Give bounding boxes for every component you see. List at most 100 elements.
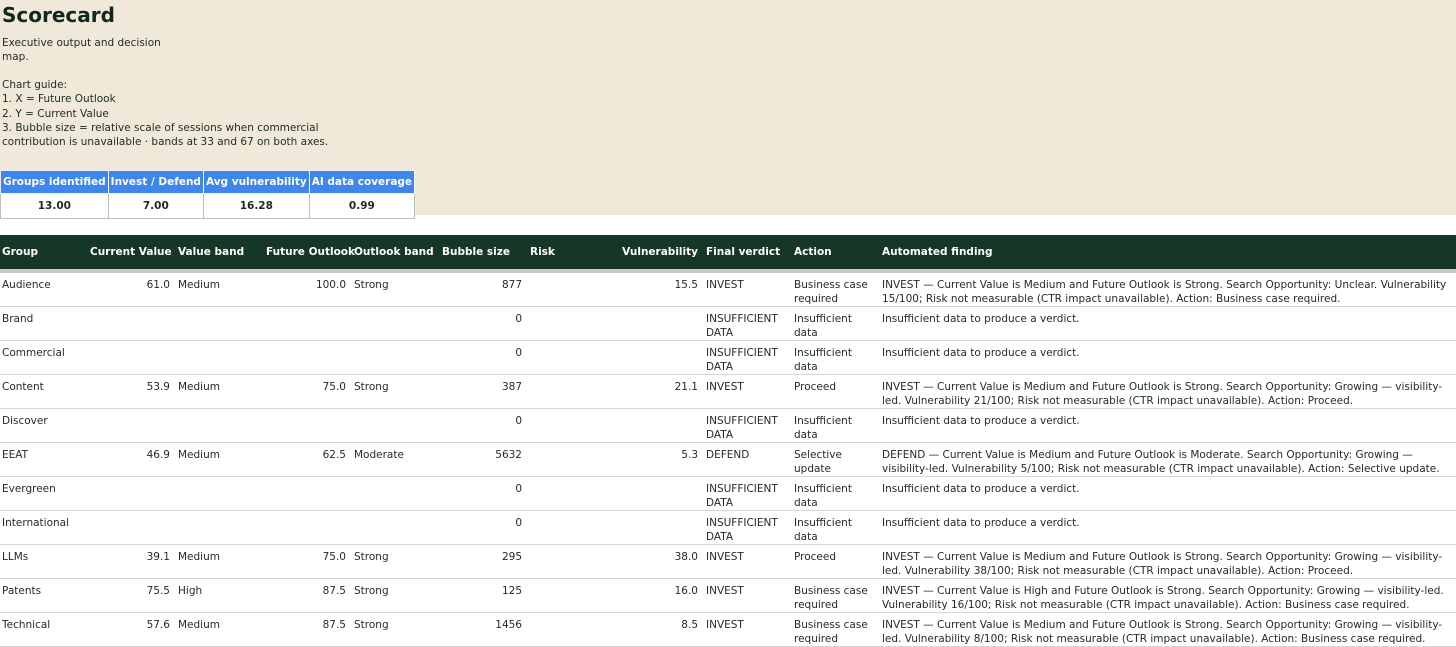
kpi-value-invest-defend: 7.00 (107, 193, 204, 219)
action-cell: Insufficient data (792, 510, 880, 545)
bubble-size-cell: 387 (440, 374, 528, 409)
action-cell: Business case required (792, 578, 880, 613)
chart-guide-item: 1. X = Future Outlook (2, 93, 116, 106)
future-outlook-cell (264, 510, 352, 545)
table-row[interactable]: Content 53.9 Medium 75.0 Strong 387 21.1 INVEST… (0, 374, 1456, 409)
kpi-value-ai-coverage: 0.99 (308, 193, 416, 219)
action-cell: Business case required (792, 612, 880, 647)
table-header-row: Group Current Value Value band Future Ou… (0, 235, 1456, 273)
table-row[interactable]: Evergreen 0 INSUFFICIENT DATA Insufficient … (0, 476, 1456, 511)
bubble-size-cell: 1456 (440, 612, 528, 647)
outlook-band-cell (352, 476, 440, 511)
bubble-size-cell: 0 (440, 408, 528, 443)
value-band-cell (176, 510, 264, 545)
action-cell: Proceed (792, 544, 880, 579)
outlook-band-cell: Strong (352, 544, 440, 579)
action-cell: Insufficient data (792, 340, 880, 375)
risk-cell (528, 544, 616, 579)
risk-cell (528, 306, 616, 341)
current-value-cell (88, 340, 176, 375)
column-header-bubble-size[interactable]: Bubble size (440, 235, 528, 273)
group-cell: Brand (0, 306, 88, 341)
action-cell: Selective update (792, 442, 880, 477)
column-header-action[interactable]: Action (792, 235, 880, 273)
column-header-future-outlook[interactable]: Future Outlook (264, 235, 355, 273)
future-outlook-cell (264, 306, 352, 341)
table-row[interactable]: Brand 0 INSUFFICIENT DATA Insufficient data… (0, 306, 1456, 341)
vulnerability-cell: 16.0 (616, 578, 704, 613)
future-outlook-cell: 75.0 (264, 544, 352, 579)
risk-cell (528, 442, 616, 477)
outlook-band-cell: Strong (352, 578, 440, 613)
column-header-outlook-band[interactable]: Outlook band (352, 235, 440, 273)
bubble-size-cell: 0 (440, 306, 528, 341)
current-value-cell: 39.1 (88, 544, 176, 579)
header-panel: Scorecard Executive output and decision … (0, 0, 1456, 219)
chart-guide: Chart guide: 1. X = Future Outlook 2. Y … (2, 78, 352, 149)
action-cell: Business case required (792, 271, 880, 307)
automated-finding-cell: INVEST — Current Value is Medium and Fut… (880, 271, 1456, 307)
column-header-current-value[interactable]: Current Value (88, 235, 176, 273)
bubble-size-cell: 295 (440, 544, 528, 579)
column-header-final-verdict[interactable]: Final verdict (704, 235, 792, 273)
automated-finding-cell: Insufficient data to produce a verdict. (880, 408, 1456, 443)
outlook-band-cell (352, 340, 440, 375)
group-cell: Commercial (0, 340, 88, 375)
final-verdict-cell: INVEST (704, 271, 792, 307)
outlook-band-cell (352, 510, 440, 545)
risk-cell (528, 476, 616, 511)
table-row[interactable]: Audience 61.0 Medium 100.0 Strong 877 15.5 INVE… (0, 271, 1456, 307)
table-row[interactable]: Discover 0 INSUFFICIENT DATA Insufficient d… (0, 408, 1456, 443)
value-band-cell: Medium (176, 544, 264, 579)
automated-finding-cell: Insufficient data to produce a verdict. (880, 476, 1456, 511)
future-outlook-cell (264, 340, 352, 375)
kpi-header-invest-defend: Invest / Defend (107, 170, 204, 194)
page-description: Executive output and decision map. (2, 37, 161, 63)
table-row[interactable]: LLMs 39.1 Medium 75.0 Strong 295 38.0 INVEST Pro… (0, 544, 1456, 579)
group-cell: Patents (0, 578, 88, 613)
column-header-automated-finding[interactable]: Automated finding (880, 235, 1456, 273)
current-value-cell (88, 408, 176, 443)
risk-cell (528, 612, 616, 647)
current-value-cell (88, 510, 176, 545)
chart-guide-item: 3. Bubble size = relative scale of sessi… (2, 121, 329, 149)
table-row[interactable]: EEAT 46.9 Medium 62.5 Moderate 5632 5.3 DEFEND S… (0, 442, 1456, 477)
kpi-header-ai-coverage: AI data coverage (308, 170, 416, 194)
final-verdict-cell: INSUFFICIENT DATA (704, 408, 792, 443)
current-value-cell: 53.9 (88, 374, 176, 409)
chart-guide-title: Chart guide: (2, 79, 68, 91)
outlook-band-cell (352, 306, 440, 341)
kpi-table: Groups identified Invest / Defend Avg vu… (0, 170, 416, 219)
column-header-group[interactable]: Group (0, 235, 88, 273)
bubble-size-cell: 0 (440, 476, 528, 511)
group-cell: Audience (0, 271, 88, 307)
value-band-cell (176, 306, 264, 341)
scorecard-table: Group Current Value Value band Future Ou… (0, 235, 1456, 647)
kpi-value-avg-vulnerability: 16.28 (202, 193, 310, 219)
risk-cell (528, 578, 616, 613)
future-outlook-cell (264, 408, 352, 443)
bubble-size-cell: 5632 (440, 442, 528, 477)
table-row[interactable]: International 0 INSUFFICIENT DATA Insuffici… (0, 510, 1456, 545)
value-band-cell (176, 408, 264, 443)
vulnerability-cell (616, 476, 704, 511)
kpi-header-avg-vulnerability: Avg vulnerability (202, 170, 310, 194)
current-value-cell: 75.5 (88, 578, 176, 613)
risk-cell (528, 408, 616, 443)
vulnerability-cell: 15.5 (616, 271, 704, 307)
column-header-value-band[interactable]: Value band (176, 235, 264, 273)
value-band-cell: High (176, 578, 264, 613)
value-band-cell (176, 340, 264, 375)
outlook-band-cell: Strong (352, 612, 440, 647)
table-row[interactable]: Technical 57.6 Medium 87.5 Strong 1456 8.5 INVE… (0, 612, 1456, 647)
vulnerability-cell (616, 510, 704, 545)
vulnerability-cell (616, 408, 704, 443)
column-header-vulnerability[interactable]: Vulnerability (616, 235, 704, 273)
current-value-cell (88, 476, 176, 511)
future-outlook-cell: 87.5 (264, 578, 352, 613)
column-header-risk[interactable]: Risk (528, 235, 616, 273)
table-row[interactable]: Patents 75.5 High 87.5 Strong 125 16.0 INVEST Bu… (0, 578, 1456, 613)
final-verdict-cell: DEFEND (704, 442, 792, 477)
future-outlook-cell: 100.0 (264, 271, 352, 307)
table-row[interactable]: Commercial 0 INSUFFICIENT DATA Insufficient… (0, 340, 1456, 375)
